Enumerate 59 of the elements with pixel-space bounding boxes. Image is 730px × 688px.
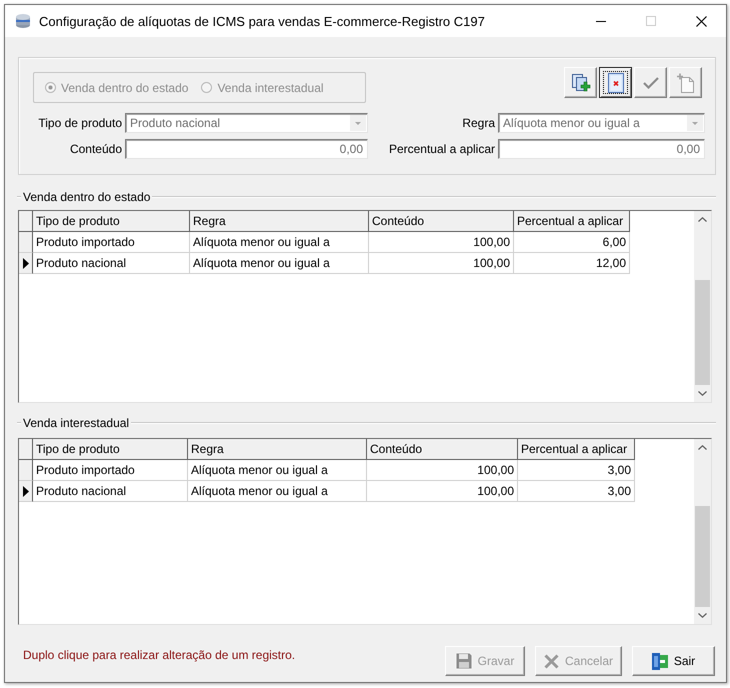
column-header[interactable]: Percentual a aplicar: [514, 211, 630, 232]
field-label: Conteúdo: [70, 142, 123, 156]
table-cell: 3,00: [518, 460, 635, 481]
maximize-icon: [646, 16, 656, 26]
table-cell: 100,00: [369, 253, 514, 274]
column-header[interactable]: Regra: [190, 211, 369, 232]
delete-button[interactable]: [599, 67, 632, 98]
table-cell: Produto nacional: [33, 481, 188, 502]
door-icon: [652, 652, 668, 670]
table-cell: 12,00: [514, 253, 630, 274]
chevron-up-icon: [698, 445, 707, 450]
caret-icon: [350, 115, 366, 131]
scrollbar[interactable]: [694, 439, 711, 624]
chevron-up-icon: [698, 217, 707, 222]
exit-button[interactable]: Sair: [632, 646, 715, 676]
column-header[interactable]: Tipo de produto: [33, 439, 188, 460]
hint-message: Duplo clique para realizar alteração de um registro.: [23, 648, 296, 662]
table-cell: 6,00: [514, 232, 630, 253]
table-cell: 100,00: [367, 481, 518, 502]
table-cell: Alíquota menor ou igual a: [190, 232, 369, 253]
scrollbar-thumb[interactable]: [695, 280, 710, 385]
row-indicator[interactable]: [19, 481, 33, 502]
check-icon: [642, 76, 658, 88]
row-pointer-icon: [22, 258, 28, 268]
field-label: Regra: [462, 116, 496, 130]
table-cell: Alíquota menor ou igual a: [190, 253, 369, 274]
table-cell: Alíquota menor ou igual a: [188, 460, 367, 481]
group-title: Venda interestadual: [22, 416, 130, 430]
copy-plus-icon: [570, 72, 590, 92]
add-button[interactable]: [564, 67, 597, 98]
group-title: Venda dentro do estado: [22, 190, 152, 204]
scrollbar[interactable]: [694, 211, 711, 402]
table-cell: Produto nacional: [33, 253, 190, 274]
window-title: Configuração de alíquotas de ICMS para vendas E-commerce-Registro C197: [39, 14, 485, 28]
document-x-icon: [608, 72, 624, 92]
table-cell: Produto importado: [33, 232, 190, 253]
table-cell: Produto importado: [33, 460, 188, 481]
caret-icon: [687, 115, 703, 131]
scrollbar-thumb[interactable]: [695, 506, 710, 607]
chevron-down-icon: [698, 391, 707, 396]
column-header[interactable]: Tipo de produto: [33, 211, 190, 232]
field-label: Tipo de produto: [38, 116, 123, 130]
column-header[interactable]: Conteúdo: [367, 439, 518, 460]
row-indicator[interactable]: [19, 253, 33, 274]
chevron-down-icon: [698, 613, 707, 618]
document-plus-icon: [676, 72, 694, 92]
database-icon: [15, 13, 31, 29]
field-label: Percentual a aplicar: [388, 142, 496, 156]
column-header[interactable]: Percentual a aplicar: [518, 439, 635, 460]
x-icon: [544, 654, 559, 668]
table-cell: 100,00: [369, 232, 514, 253]
row-pointer-icon: [22, 486, 28, 496]
column-header[interactable]: Regra: [188, 439, 367, 460]
column-header[interactable]: Conteúdo: [369, 211, 514, 232]
table-cell: Alíquota menor ou igual a: [188, 481, 367, 502]
minimize-icon: [596, 20, 606, 22]
close-icon: [696, 16, 706, 26]
table-cell: 3,00: [518, 481, 635, 502]
table-cell: 100,00: [367, 460, 518, 481]
